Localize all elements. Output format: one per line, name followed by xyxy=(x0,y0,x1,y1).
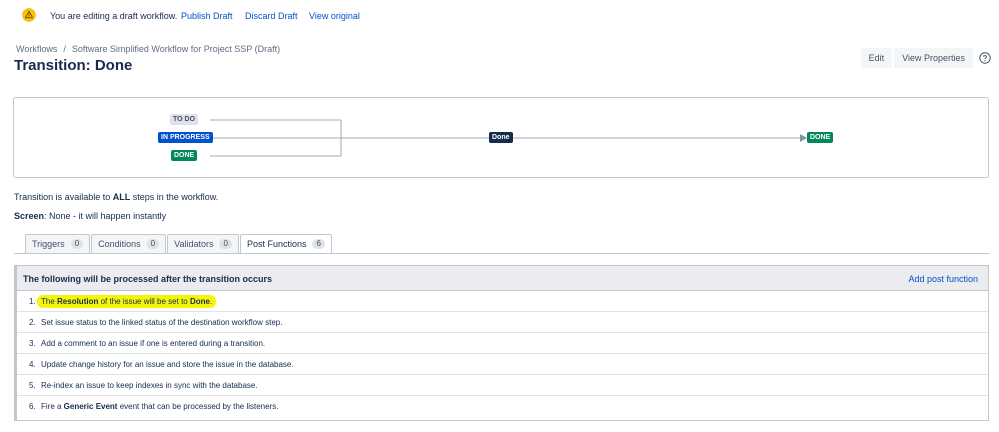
screen-text: Screen: None - it will happen instantly xyxy=(14,211,167,221)
post-function-row[interactable]: 3. Add a comment to an issue if one is e… xyxy=(17,333,988,354)
view-original-link[interactable]: View original xyxy=(309,11,360,21)
tab-post-functions[interactable]: Post Functions 6 xyxy=(239,234,332,254)
status-in-progress: IN PROGRESS xyxy=(158,132,213,143)
tabs-divider xyxy=(14,253,989,254)
status-done-source: DONE xyxy=(171,150,198,161)
status-todo: TO DO xyxy=(170,114,199,125)
banner-message: You are editing a draft workflow. xyxy=(50,11,178,21)
post-functions-title: The following will be processed after th… xyxy=(23,274,273,284)
highlighted-text: The Resolution of the issue will be set … xyxy=(37,295,217,308)
discard-draft-link[interactable]: Discard Draft xyxy=(245,11,298,21)
header-actions: Edit View Properties xyxy=(860,48,973,68)
tab-count: 0 xyxy=(146,239,160,249)
draft-banner: You are editing a draft workflow. Publis… xyxy=(0,0,999,34)
transition-diagram: TO DO IN PROGRESS DONE Done DONE xyxy=(13,97,989,178)
transition-tabs: Triggers 0 Conditions 0 Validators 0 Post F… xyxy=(25,234,333,254)
breadcrumb-separator: / xyxy=(63,44,66,54)
publish-draft-link[interactable]: Publish Draft xyxy=(181,11,233,21)
post-functions-header: The following will be processed after th… xyxy=(17,266,988,291)
status-done-target: DONE xyxy=(807,132,834,143)
view-properties-button[interactable]: View Properties xyxy=(894,48,973,68)
post-functions-panel: The following will be processed after th… xyxy=(14,265,989,421)
post-function-row[interactable]: 5. Re-index an issue to keep indexes in … xyxy=(17,375,988,396)
edit-button[interactable]: Edit xyxy=(860,48,893,68)
transition-label: Done xyxy=(489,132,513,143)
breadcrumb-workflow-link[interactable]: Software Simplified Workflow for Project… xyxy=(72,44,280,54)
tab-count: 0 xyxy=(70,239,84,249)
post-function-row[interactable]: 6. Fire a Generic Event event that can b… xyxy=(17,396,988,417)
post-function-row[interactable]: 2. Set issue status to the linked status… xyxy=(17,312,988,333)
breadcrumb: Workflows / Software Simplified Workflow f… xyxy=(16,44,280,54)
breadcrumb-workflows-link[interactable]: Workflows xyxy=(16,44,57,54)
warning-icon xyxy=(22,8,36,22)
tab-validators[interactable]: Validators 0 xyxy=(167,234,239,254)
availability-text: Transition is available to ALL steps in … xyxy=(14,192,219,202)
tab-conditions[interactable]: Conditions 0 xyxy=(91,234,167,254)
page-title: Transition: Done xyxy=(14,57,133,74)
tab-triggers[interactable]: Triggers 0 xyxy=(25,234,91,254)
help-icon[interactable] xyxy=(979,52,991,64)
add-post-function-link[interactable]: Add post function xyxy=(908,274,978,284)
tab-count: 0 xyxy=(219,239,232,249)
post-function-row[interactable]: 1. The Resolution of the issue will be s… xyxy=(17,291,988,312)
post-function-row[interactable]: 4. Update change history for an issue an… xyxy=(17,354,988,375)
tab-count: 6 xyxy=(312,239,325,249)
